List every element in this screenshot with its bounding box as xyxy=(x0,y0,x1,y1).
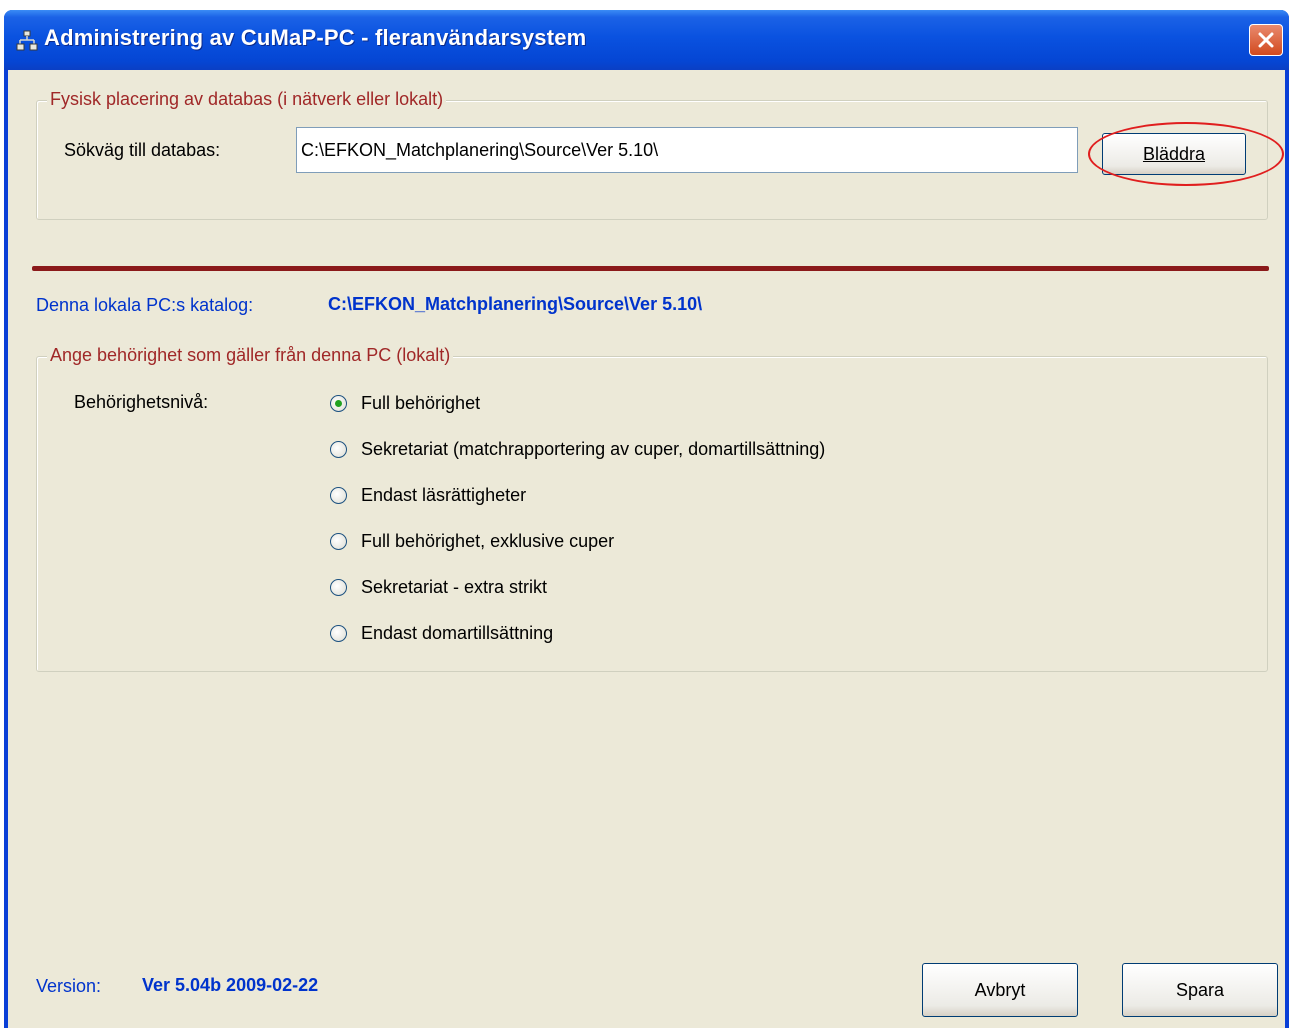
radio-read-only[interactable]: Endast läsrättigheter xyxy=(330,485,526,506)
database-path-label: Sökväg till databas: xyxy=(64,140,221,160)
radio-label: Endast läsrättigheter xyxy=(361,485,527,505)
radio-label: Full behörighet xyxy=(361,393,481,413)
radio-button[interactable] xyxy=(330,579,347,596)
local-catalog-label: Denna lokala PC:s katalog: xyxy=(36,295,254,315)
radio-full-access[interactable]: Full behörighet xyxy=(330,393,480,414)
radio-button[interactable] xyxy=(330,625,347,642)
database-location-legend: Fysisk placering av databas (i nätverk e… xyxy=(47,89,447,110)
network-icon xyxy=(16,30,38,51)
cancel-button-label: Avbryt xyxy=(974,979,1026,1000)
radio-label: Endast domartillsättning xyxy=(361,623,554,643)
permission-level-label: Behörighetsnivå: xyxy=(74,392,209,412)
highlight-oval xyxy=(1088,122,1284,186)
radio-label: Sekretariat (matchrapportering av cuper,… xyxy=(361,439,826,459)
radio-button[interactable] xyxy=(330,441,347,458)
section-separator xyxy=(32,266,1269,271)
save-button-label: Spara xyxy=(1175,979,1225,1000)
radio-secretariat-strict[interactable]: Sekretariat - extra strikt xyxy=(330,577,547,598)
radio-button[interactable] xyxy=(330,395,347,412)
dialog-window: Administrering av CuMaP-PC - fleranvända… xyxy=(4,10,1289,1028)
local-catalog-value: C:\EFKON_Matchplanering\Source\Ver 5.10\ xyxy=(328,294,703,314)
version-label: Version: xyxy=(36,976,102,996)
dialog-client-area: Fysisk placering av databas (i nätverk e… xyxy=(8,70,1285,1028)
save-button[interactable]: Spara xyxy=(1122,963,1278,1017)
cancel-button[interactable]: Avbryt xyxy=(922,963,1078,1017)
radio-secretariat[interactable]: Sekretariat (matchrapportering av cuper,… xyxy=(330,439,825,460)
window-title: Administrering av CuMaP-PC - fleranvända… xyxy=(44,25,587,50)
database-path-input[interactable] xyxy=(296,127,1078,173)
title-bar[interactable]: Administrering av CuMaP-PC - fleranvända… xyxy=(4,10,1289,70)
radio-referee-assignment[interactable]: Endast domartillsättning xyxy=(330,623,553,644)
permission-group: Ange behörighet som gäller från denna PC… xyxy=(36,345,1268,672)
radio-button[interactable] xyxy=(330,487,347,504)
close-icon xyxy=(1258,32,1274,48)
radio-button[interactable] xyxy=(330,533,347,550)
version-value: Ver 5.04b 2009-02-22 xyxy=(142,975,319,995)
radio-label: Full behörighet, exklusive cuper xyxy=(361,531,615,551)
close-button[interactable] xyxy=(1249,24,1283,56)
radio-label: Sekretariat - extra strikt xyxy=(361,577,548,597)
permission-legend: Ange behörighet som gäller från denna PC… xyxy=(47,345,454,366)
radio-full-access-excl-cups[interactable]: Full behörighet, exklusive cuper xyxy=(330,531,614,552)
